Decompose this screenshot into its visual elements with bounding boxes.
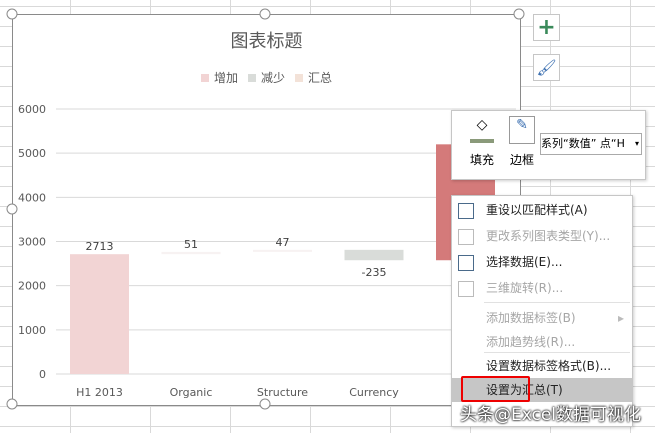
resize-handle[interactable]	[259, 398, 271, 410]
resize-handle[interactable]	[6, 8, 18, 20]
bar[interactable]	[344, 249, 404, 261]
menu-separator	[484, 352, 630, 353]
chart-area[interactable]: 图表标题 增加 减少 汇总 0 1000 2000 3000 4000 5000 6000 2…	[12, 14, 521, 406]
fill-button[interactable]: ◇ 填充	[462, 117, 502, 168]
menu-item[interactable]: 添加数据标签(B) ▸	[452, 306, 632, 330]
data-label: -235	[362, 266, 387, 279]
chart-elements-button[interactable]: +	[533, 14, 560, 41]
mini-toolbar: ◇ 填充 ✎ 边框 系列“数值” 点“H ▾	[451, 110, 646, 180]
pen-icon: ✎	[509, 116, 535, 144]
dropdown-arrow-icon: ▾	[634, 139, 639, 148]
resize-handle[interactable]	[6, 398, 18, 410]
menu-item[interactable]: 选择数据(E)...	[452, 250, 632, 274]
x-category-label: Currency	[349, 386, 399, 399]
y-tick-label: 0	[39, 368, 46, 381]
submenu-arrow-icon: ▸	[617, 311, 624, 325]
menu-item[interactable]: 设置数据标签格式(B)...	[452, 354, 632, 378]
select-data-icon	[458, 255, 474, 271]
chart-styles-button[interactable]: 🖌	[533, 54, 560, 81]
chart-type-icon	[458, 229, 474, 245]
brush-icon: 🖌	[536, 58, 557, 77]
menu-item[interactable]: 更改系列图表类型(Y)...	[452, 224, 632, 248]
resize-handle[interactable]	[259, 8, 271, 20]
3d-rotate-icon	[458, 281, 474, 297]
plot-area[interactable]: 0 1000 2000 3000 4000 5000 6000 2713 H1 2013 51 Or…	[13, 15, 520, 405]
highlight-box	[461, 376, 530, 402]
menu-item[interactable]: 重设以匹配样式(A)	[452, 198, 632, 222]
reset-style-icon	[458, 203, 474, 219]
y-tick-label: 2000	[18, 280, 46, 293]
resize-handle[interactable]	[6, 203, 18, 215]
data-label: 2713	[86, 240, 114, 253]
y-tick-label: 5000	[18, 147, 46, 160]
resize-handle[interactable]	[513, 8, 525, 20]
bar[interactable]	[253, 249, 312, 252]
border-button[interactable]: ✎ 边框	[502, 116, 542, 168]
bar[interactable]	[161, 251, 221, 255]
y-tick-label: 3000	[18, 236, 46, 249]
x-category-label: Organic	[170, 386, 213, 399]
menu-separator	[484, 302, 630, 303]
x-category-label: H1 2013	[76, 386, 123, 399]
data-label: 47	[276, 236, 290, 249]
y-tick-label: 6000	[18, 103, 46, 116]
menu-item[interactable]: 三维旋转(R)...	[452, 276, 632, 300]
x-category-label: Structure	[257, 386, 308, 399]
series-select[interactable]: 系列“数值” 点“H ▾	[540, 133, 642, 155]
menu-item[interactable]: 添加趋势线(R)...	[452, 330, 632, 354]
y-tick-label: 4000	[18, 191, 46, 204]
bar[interactable]	[70, 254, 129, 374]
paint-bucket-icon: ◇	[470, 117, 494, 143]
data-label: 51	[184, 238, 198, 251]
y-tick-label: 1000	[18, 324, 46, 337]
plus-icon: +	[537, 14, 556, 40]
watermark: 头条@Excel数据可视化	[460, 405, 642, 425]
